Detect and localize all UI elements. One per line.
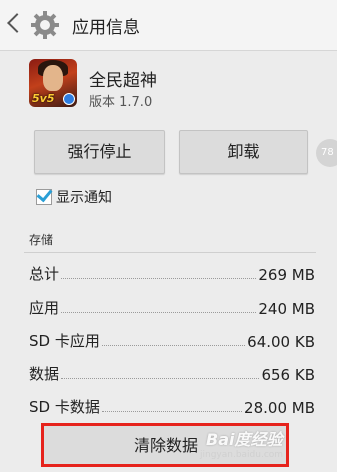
check-icon [36, 185, 53, 203]
page-title: 应用信息 [72, 18, 140, 38]
storage-row-data: 数据 656 KB [29, 360, 315, 384]
storage-row-value: 269 MB [258, 266, 315, 284]
storage-row-label: 数据 [29, 365, 60, 383]
app-version: 版本 1.7.0 [89, 95, 153, 110]
divider [24, 252, 316, 253]
leader-dots [61, 277, 257, 279]
show-notifications-checkbox[interactable] [36, 185, 53, 205]
leader-dots [101, 344, 246, 346]
watermark-url: jingyan.baidu.com [200, 450, 284, 460]
side-badge: 78 [316, 139, 337, 167]
force-stop-button[interactable]: 强行停止 [34, 130, 165, 174]
storage-row-value: 656 KB [261, 366, 315, 384]
leader-dots [101, 410, 243, 412]
gear-icon[interactable] [29, 9, 61, 41]
storage-row-label: 总计 [29, 265, 60, 283]
storage-row-total: 总计 269 MB [29, 260, 315, 284]
storage-row-sd-app: SD 卡应用 64.00 KB [29, 327, 315, 351]
storage-row-label: SD 卡应用 [29, 332, 100, 350]
app-icon-badge [63, 93, 75, 105]
action-bar: 应用信息 [0, 0, 337, 51]
storage-row-sd-data: SD 卡数据 28.00 MB [29, 393, 315, 417]
app-icon-face [43, 65, 63, 91]
storage-row-label: SD 卡数据 [29, 398, 100, 416]
storage-section-header: 存储 [29, 233, 54, 247]
app-icon: 5v5 [29, 59, 77, 107]
storage-row-value: 64.00 KB [247, 333, 315, 351]
chevron-left-icon[interactable] [7, 13, 27, 33]
app-icon-tag: 5v5 [32, 92, 55, 105]
watermark: Bai度经验 jingyan.baidu.com [200, 426, 320, 466]
storage-row-label: 应用 [29, 299, 60, 317]
uninstall-button[interactable]: 卸载 [179, 130, 308, 174]
storage-row-app: 应用 240 MB [29, 294, 315, 318]
app-name: 全民超神 [89, 71, 157, 91]
watermark-brand: Bai度经验 [206, 430, 283, 449]
leader-dots [61, 377, 260, 379]
storage-row-value: 28.00 MB [244, 399, 315, 417]
leader-dots [61, 311, 257, 313]
storage-row-value: 240 MB [258, 300, 315, 318]
show-notifications-label[interactable]: 显示通知 [56, 187, 112, 207]
